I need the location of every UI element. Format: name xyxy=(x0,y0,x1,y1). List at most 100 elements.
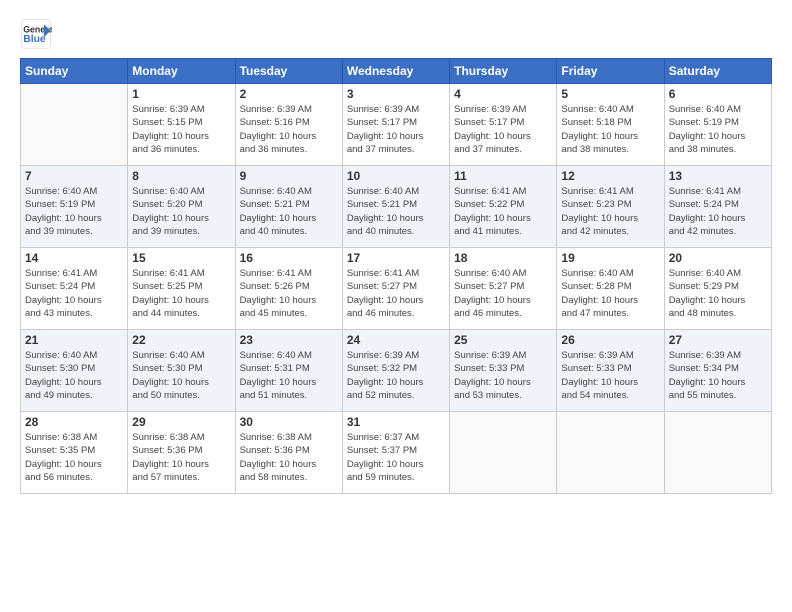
day-number: 22 xyxy=(132,333,230,347)
day-number: 25 xyxy=(454,333,552,347)
calendar-cell xyxy=(664,412,771,494)
calendar-cell: 19 Sunrise: 6:40 AM Sunset: 5:28 PM Dayli… xyxy=(557,248,664,330)
calendar-cell: 21 Sunrise: 6:40 AM Sunset: 5:30 PM Dayli… xyxy=(21,330,128,412)
day-number: 14 xyxy=(25,251,123,265)
day-info: Sunrise: 6:41 AM Sunset: 5:23 PM Dayligh… xyxy=(561,185,659,238)
day-info: Sunrise: 6:41 AM Sunset: 5:25 PM Dayligh… xyxy=(132,267,230,320)
day-number: 21 xyxy=(25,333,123,347)
day-info: Sunrise: 6:40 AM Sunset: 5:20 PM Dayligh… xyxy=(132,185,230,238)
day-info: Sunrise: 6:38 AM Sunset: 5:36 PM Dayligh… xyxy=(240,431,338,484)
day-info: Sunrise: 6:40 AM Sunset: 5:19 PM Dayligh… xyxy=(669,103,767,156)
calendar-cell: 9Sunrise: 6:40 AM Sunset: 5:21 PM Daylig… xyxy=(235,166,342,248)
day-info: Sunrise: 6:40 AM Sunset: 5:27 PM Dayligh… xyxy=(454,267,552,320)
weekday-header-tuesday: Tuesday xyxy=(235,59,342,84)
day-info: Sunrise: 6:39 AM Sunset: 5:33 PM Dayligh… xyxy=(561,349,659,402)
week-row-2: 7Sunrise: 6:40 AM Sunset: 5:19 PM Daylig… xyxy=(21,166,772,248)
calendar-cell: 24Sunrise: 6:39 AM Sunset: 5:32 PM Dayli… xyxy=(342,330,449,412)
day-number: 5 xyxy=(561,87,659,101)
calendar-cell: 13 Sunrise: 6:41 AM Sunset: 5:24 PM Dayli… xyxy=(664,166,771,248)
day-info: Sunrise: 6:40 AM Sunset: 5:21 PM Dayligh… xyxy=(347,185,445,238)
day-info: Sunrise: 6:37 AM Sunset: 5:37 PM Dayligh… xyxy=(347,431,445,484)
day-info: Sunrise: 6:41 AM Sunset: 5:24 PM Dayligh… xyxy=(25,267,123,320)
calendar-cell: 4 Sunrise: 6:39 AM Sunset: 5:17 PM Daylig… xyxy=(450,84,557,166)
calendar-cell: 16Sunrise: 6:41 AM Sunset: 5:26 PM Dayli… xyxy=(235,248,342,330)
calendar-cell: 8 Sunrise: 6:40 AM Sunset: 5:20 PM Daylig… xyxy=(128,166,235,248)
day-number: 4 xyxy=(454,87,552,101)
day-info: Sunrise: 6:40 AM Sunset: 5:28 PM Dayligh… xyxy=(561,267,659,320)
day-info: Sunrise: 6:39 AM Sunset: 5:32 PM Dayligh… xyxy=(347,349,445,402)
calendar-cell: 27Sunrise: 6:39 AM Sunset: 5:34 PM Dayli… xyxy=(664,330,771,412)
calendar-cell: 10 Sunrise: 6:40 AM Sunset: 5:21 PM Dayli… xyxy=(342,166,449,248)
calendar-cell: 25 Sunrise: 6:39 AM Sunset: 5:33 PM Dayli… xyxy=(450,330,557,412)
day-info: Sunrise: 6:39 AM Sunset: 5:16 PM Dayligh… xyxy=(240,103,338,156)
day-info: Sunrise: 6:39 AM Sunset: 5:34 PM Dayligh… xyxy=(669,349,767,402)
week-row-3: 14 Sunrise: 6:41 AM Sunset: 5:24 PM Dayli… xyxy=(21,248,772,330)
day-number: 2 xyxy=(240,87,338,101)
calendar-cell: 5 Sunrise: 6:40 AM Sunset: 5:18 PM Daylig… xyxy=(557,84,664,166)
weekday-header-thursday: Thursday xyxy=(450,59,557,84)
weekday-header-saturday: Saturday xyxy=(664,59,771,84)
day-number: 20 xyxy=(669,251,767,265)
day-info: Sunrise: 6:40 AM Sunset: 5:30 PM Dayligh… xyxy=(25,349,123,402)
calendar-cell xyxy=(21,84,128,166)
day-info: Sunrise: 6:38 AM Sunset: 5:36 PM Dayligh… xyxy=(132,431,230,484)
day-number: 6 xyxy=(669,87,767,101)
calendar-cell: 20 Sunrise: 6:40 AM Sunset: 5:29 PM Dayli… xyxy=(664,248,771,330)
day-number: 18 xyxy=(454,251,552,265)
day-number: 19 xyxy=(561,251,659,265)
calendar-cell: 22 Sunrise: 6:40 AM Sunset: 5:30 PM Dayli… xyxy=(128,330,235,412)
week-row-1: 1 Sunrise: 6:39 AM Sunset: 5:15 PM Daylig… xyxy=(21,84,772,166)
calendar-cell xyxy=(557,412,664,494)
day-number: 30 xyxy=(240,415,338,429)
day-info: Sunrise: 6:38 AM Sunset: 5:35 PM Dayligh… xyxy=(25,431,123,484)
day-number: 3 xyxy=(347,87,445,101)
week-row-5: 28 Sunrise: 6:38 AM Sunset: 5:35 PM Dayli… xyxy=(21,412,772,494)
weekday-header-row: SundayMondayTuesdayWednesdayThursdayFrid… xyxy=(21,59,772,84)
weekday-header-sunday: Sunday xyxy=(21,59,128,84)
day-number: 12 xyxy=(561,169,659,183)
day-info: Sunrise: 6:40 AM Sunset: 5:18 PM Dayligh… xyxy=(561,103,659,156)
day-number: 28 xyxy=(25,415,123,429)
logo: General Blue xyxy=(20,18,52,50)
weekday-header-monday: Monday xyxy=(128,59,235,84)
day-info: Sunrise: 6:41 AM Sunset: 5:24 PM Dayligh… xyxy=(669,185,767,238)
day-number: 26 xyxy=(561,333,659,347)
page-container: General Blue SundayMondayTuesdayWednesda… xyxy=(0,0,792,504)
calendar-cell: 30 Sunrise: 6:38 AM Sunset: 5:36 PM Dayli… xyxy=(235,412,342,494)
day-number: 23 xyxy=(240,333,338,347)
calendar-cell: 29 Sunrise: 6:38 AM Sunset: 5:36 PM Dayli… xyxy=(128,412,235,494)
calendar-cell: 26 Sunrise: 6:39 AM Sunset: 5:33 PM Dayli… xyxy=(557,330,664,412)
calendar-table: SundayMondayTuesdayWednesdayThursdayFrid… xyxy=(20,58,772,494)
day-info: Sunrise: 6:39 AM Sunset: 5:17 PM Dayligh… xyxy=(347,103,445,156)
calendar-cell: 31 Sunrise: 6:37 AM Sunset: 5:37 PM Dayli… xyxy=(342,412,449,494)
day-number: 10 xyxy=(347,169,445,183)
calendar-cell: 12 Sunrise: 6:41 AM Sunset: 5:23 PM Dayli… xyxy=(557,166,664,248)
logo-icon: General Blue xyxy=(20,18,52,50)
svg-text:Blue: Blue xyxy=(23,34,46,45)
calendar-cell: 2 Sunrise: 6:39 AM Sunset: 5:16 PM Daylig… xyxy=(235,84,342,166)
day-number: 17 xyxy=(347,251,445,265)
day-info: Sunrise: 6:40 AM Sunset: 5:30 PM Dayligh… xyxy=(132,349,230,402)
day-info: Sunrise: 6:39 AM Sunset: 5:15 PM Dayligh… xyxy=(132,103,230,156)
weekday-header-wednesday: Wednesday xyxy=(342,59,449,84)
header: General Blue xyxy=(20,18,772,50)
day-number: 31 xyxy=(347,415,445,429)
calendar-cell: 15 Sunrise: 6:41 AM Sunset: 5:25 PM Dayli… xyxy=(128,248,235,330)
day-number: 8 xyxy=(132,169,230,183)
day-info: Sunrise: 6:40 AM Sunset: 5:29 PM Dayligh… xyxy=(669,267,767,320)
day-info: Sunrise: 6:40 AM Sunset: 5:31 PM Dayligh… xyxy=(240,349,338,402)
day-info: Sunrise: 6:39 AM Sunset: 5:17 PM Dayligh… xyxy=(454,103,552,156)
weekday-header-friday: Friday xyxy=(557,59,664,84)
calendar-cell: 7Sunrise: 6:40 AM Sunset: 5:19 PM Daylig… xyxy=(21,166,128,248)
day-number: 11 xyxy=(454,169,552,183)
calendar-cell: 17Sunrise: 6:41 AM Sunset: 5:27 PM Dayli… xyxy=(342,248,449,330)
day-number: 13 xyxy=(669,169,767,183)
day-number: 29 xyxy=(132,415,230,429)
day-info: Sunrise: 6:41 AM Sunset: 5:22 PM Dayligh… xyxy=(454,185,552,238)
day-number: 1 xyxy=(132,87,230,101)
calendar-cell: 14 Sunrise: 6:41 AM Sunset: 5:24 PM Dayli… xyxy=(21,248,128,330)
day-info: Sunrise: 6:40 AM Sunset: 5:19 PM Dayligh… xyxy=(25,185,123,238)
calendar-cell: 6 Sunrise: 6:40 AM Sunset: 5:19 PM Daylig… xyxy=(664,84,771,166)
day-number: 15 xyxy=(132,251,230,265)
day-info: Sunrise: 6:39 AM Sunset: 5:33 PM Dayligh… xyxy=(454,349,552,402)
